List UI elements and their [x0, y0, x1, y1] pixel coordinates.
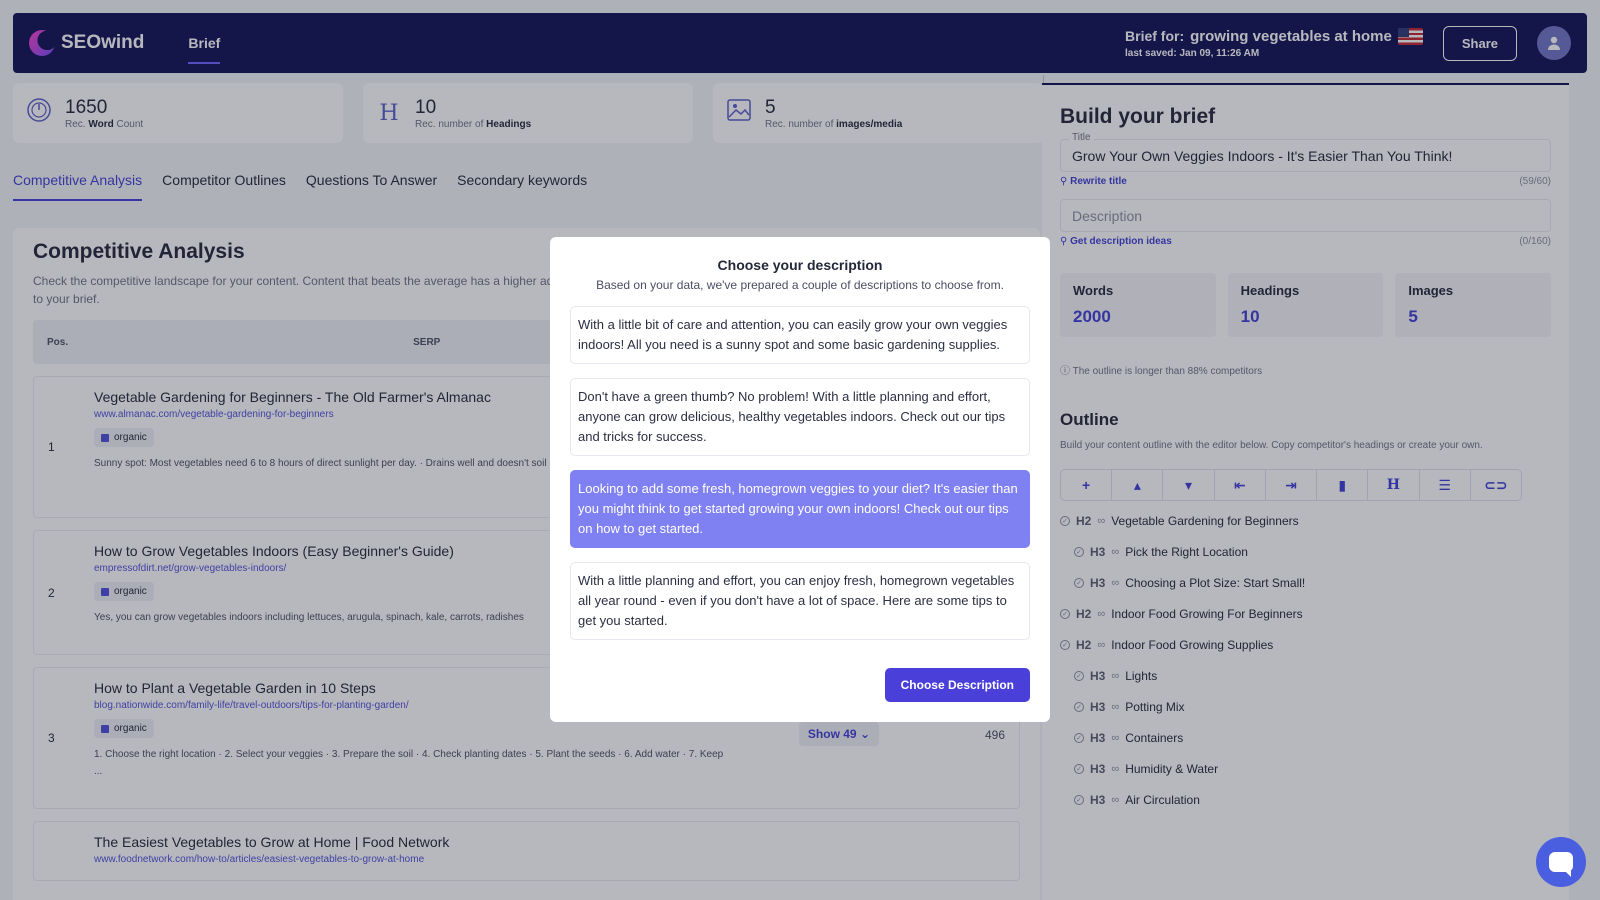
description-option[interactable]: With a little bit of care and attention,…	[570, 306, 1030, 364]
choose-description-button[interactable]: Choose Description	[884, 668, 1030, 702]
description-option[interactable]: With a little planning and effort, you c…	[570, 562, 1030, 640]
chat-widget-button[interactable]	[1536, 837, 1586, 887]
modal-title: Choose your description	[717, 257, 883, 273]
chat-icon	[1549, 852, 1573, 877]
modal-subtitle: Based on your data, we've prepared a cou…	[596, 278, 1004, 292]
description-option[interactable]: Don't have a green thumb? No problem! Wi…	[570, 378, 1030, 456]
description-option-selected[interactable]: Looking to add some fresh, homegrown veg…	[570, 470, 1030, 548]
choose-description-modal: Choose your description Based on your da…	[550, 237, 1050, 722]
